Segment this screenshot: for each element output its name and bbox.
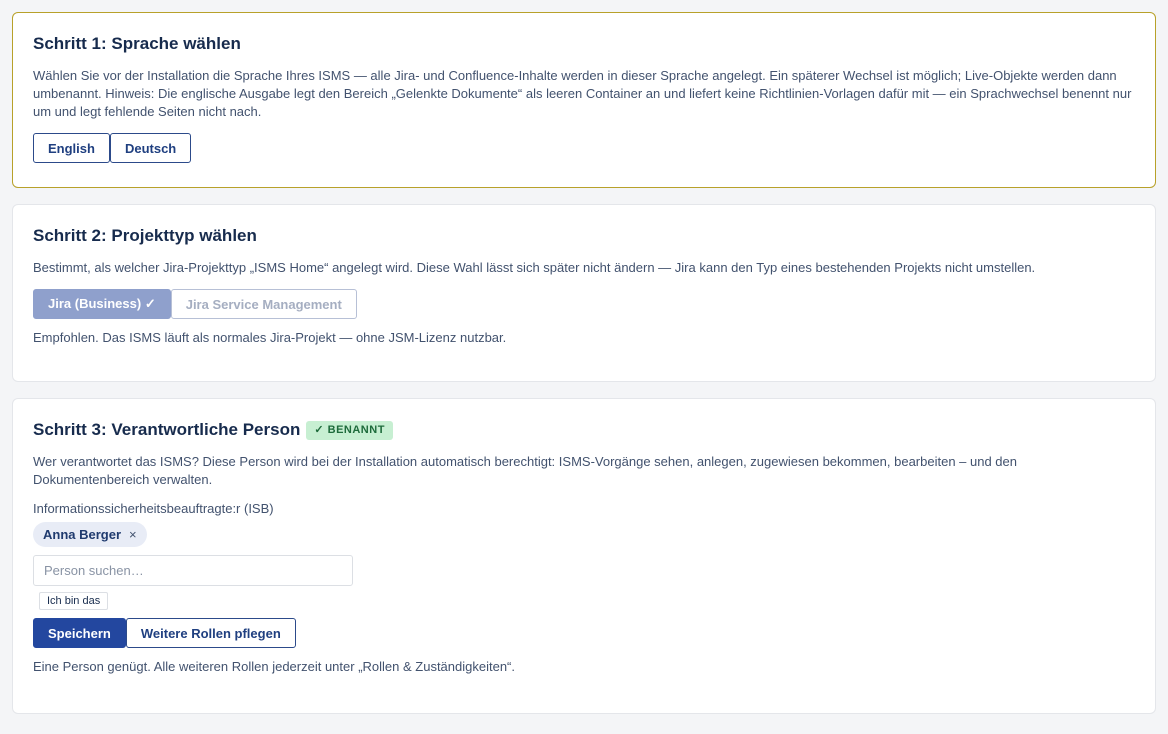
status-badge: ✓ BENANNT xyxy=(306,420,393,440)
project-type-business-button[interactable]: Jira (Business) ✓ xyxy=(33,289,171,319)
step3-description: Wer verantwortet das ISMS? Diese Person … xyxy=(33,454,1017,487)
step1-title: Schritt 1: Sprache wählen xyxy=(33,34,241,53)
language-options: English Deutsch xyxy=(33,133,1135,163)
project-type-jsm-button[interactable]: Jira Service Management xyxy=(170,289,357,319)
more-roles-button[interactable]: Weitere Rollen pflegen xyxy=(125,618,296,648)
step2-note: Empfohlen. Das ISMS läuft als normales J… xyxy=(33,330,507,345)
step3-title: Schritt 3: Verantwortliche Person xyxy=(33,420,301,439)
step3-card: Schritt 3: Verantwortliche Person ✓ BENA… xyxy=(12,398,1156,714)
step2-card: Schritt 2: Projekttyp wählen Bestimmt, a… xyxy=(12,204,1156,382)
its-me-button[interactable]: Ich bin das xyxy=(39,592,109,610)
remove-person-icon[interactable]: × xyxy=(129,527,137,542)
language-english-button[interactable]: English xyxy=(33,133,110,163)
step3-heading: Schritt 3: Verantwortliche Person ✓ BENA… xyxy=(33,419,1135,441)
step2-title: Schritt 2: Projekttyp wählen xyxy=(33,226,257,245)
step2-description: Bestimmt, als welcher Jira-Projekttyp „I… xyxy=(33,260,1036,275)
step3-actions: Speichern Weitere Rollen pflegen xyxy=(33,618,1135,648)
role-label: Informationssicherheitsbeauftragte:r (IS… xyxy=(33,501,274,516)
step1-description: Wählen Sie vor der Installation die Spra… xyxy=(33,68,1132,119)
step1-card: Schritt 1: Sprache wählen Wählen Sie vor… xyxy=(12,12,1156,188)
person-search-input[interactable] xyxy=(33,555,353,586)
save-button[interactable]: Speichern xyxy=(33,618,126,648)
project-type-options: Jira (Business) ✓ Jira Service Managemen… xyxy=(33,289,1135,319)
selected-person-chip: Anna Berger × xyxy=(33,522,147,547)
step3-note: Eine Person genügt. Alle weiteren Rollen… xyxy=(33,659,515,674)
selected-person-name: Anna Berger xyxy=(43,527,122,542)
language-deutsch-button[interactable]: Deutsch xyxy=(109,133,192,163)
